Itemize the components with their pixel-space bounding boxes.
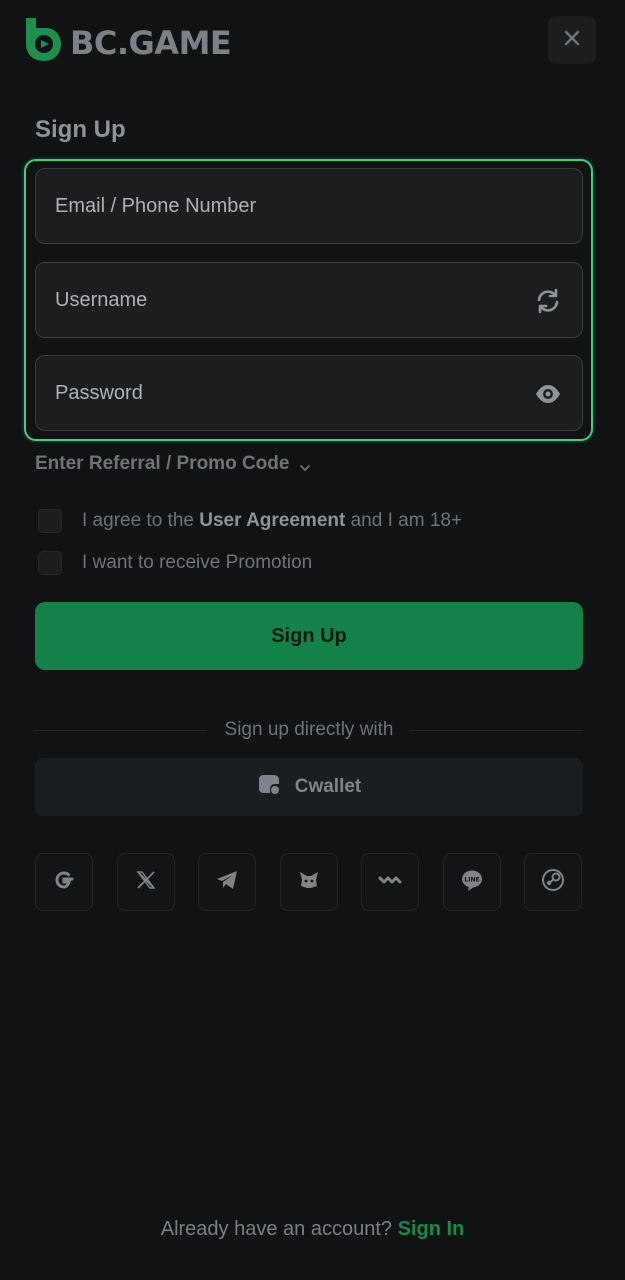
x-login-button[interactable] — [116, 853, 175, 911]
svg-text:LINE: LINE — [464, 876, 479, 883]
email-field[interactable]: Email / Phone Number — [35, 168, 583, 244]
agreement-prefix: I agree to the — [82, 510, 194, 531]
password-field[interactable]: Password — [35, 355, 583, 431]
social-login-row: LINE — [35, 853, 583, 911]
x-icon — [133, 867, 159, 898]
bc-game-logo-icon — [22, 16, 64, 69]
password-placeholder: Password — [55, 381, 143, 404]
cwallet-button[interactable]: Cwallet — [35, 758, 583, 816]
steam-icon — [540, 867, 566, 898]
metamask-icon — [296, 867, 322, 898]
sign-up-button[interactable]: Sign Up — [35, 602, 583, 670]
promotion-row: I want to receive Promotion — [38, 551, 312, 575]
promotion-checkbox[interactable] — [38, 551, 62, 575]
refresh-icon[interactable] — [534, 287, 562, 315]
referral-code-toggle[interactable]: Enter Referral / Promo Code — [35, 453, 311, 475]
header: BC.GAME — [0, 0, 625, 96]
promotion-label: I want to receive Promotion — [82, 552, 313, 573]
agreement-suffix: and I am 18+ — [350, 510, 463, 531]
chevron-down-icon — [299, 458, 311, 472]
brand-name: BC.GAME — [70, 23, 232, 62]
page-title: Sign Up — [35, 116, 126, 143]
agreement-row: I agree to the User Agreement and I am 1… — [38, 509, 462, 533]
telegram-login-button[interactable] — [198, 853, 256, 911]
eye-icon[interactable] — [534, 380, 562, 408]
sign-in-link[interactable]: Sign In — [398, 1218, 465, 1240]
walletconnect-icon — [377, 867, 403, 898]
brand-logo[interactable]: BC.GAME — [22, 16, 232, 69]
agreement-checkbox[interactable] — [38, 509, 62, 533]
walletconnect-login-button[interactable] — [361, 853, 419, 911]
steam-login-button[interactable] — [524, 853, 582, 911]
divider: Sign up directly with — [35, 716, 583, 744]
divider-text: Sign up directly with — [224, 719, 394, 740]
metamask-login-button[interactable] — [279, 853, 338, 911]
close-icon — [563, 29, 581, 52]
email-placeholder: Email / Phone Number — [55, 194, 257, 217]
referral-label: Enter Referral / Promo Code — [35, 453, 290, 474]
username-field[interactable]: Username — [35, 262, 583, 338]
username-placeholder: Username — [55, 288, 148, 311]
line-icon: LINE — [459, 867, 485, 898]
google-login-button[interactable] — [35, 853, 93, 911]
line-login-button[interactable]: LINE — [442, 853, 501, 911]
sign-in-prompt: Already have an account? Sign In — [0, 1218, 625, 1241]
user-agreement-link[interactable]: User Agreement — [199, 510, 345, 532]
cwallet-icon — [257, 772, 295, 802]
google-icon — [51, 867, 77, 898]
sign-in-prompt-text: Already have an account? — [160, 1218, 393, 1240]
telegram-icon — [214, 867, 240, 898]
close-button[interactable] — [548, 16, 596, 64]
cwallet-label: Cwallet — [294, 776, 362, 797]
